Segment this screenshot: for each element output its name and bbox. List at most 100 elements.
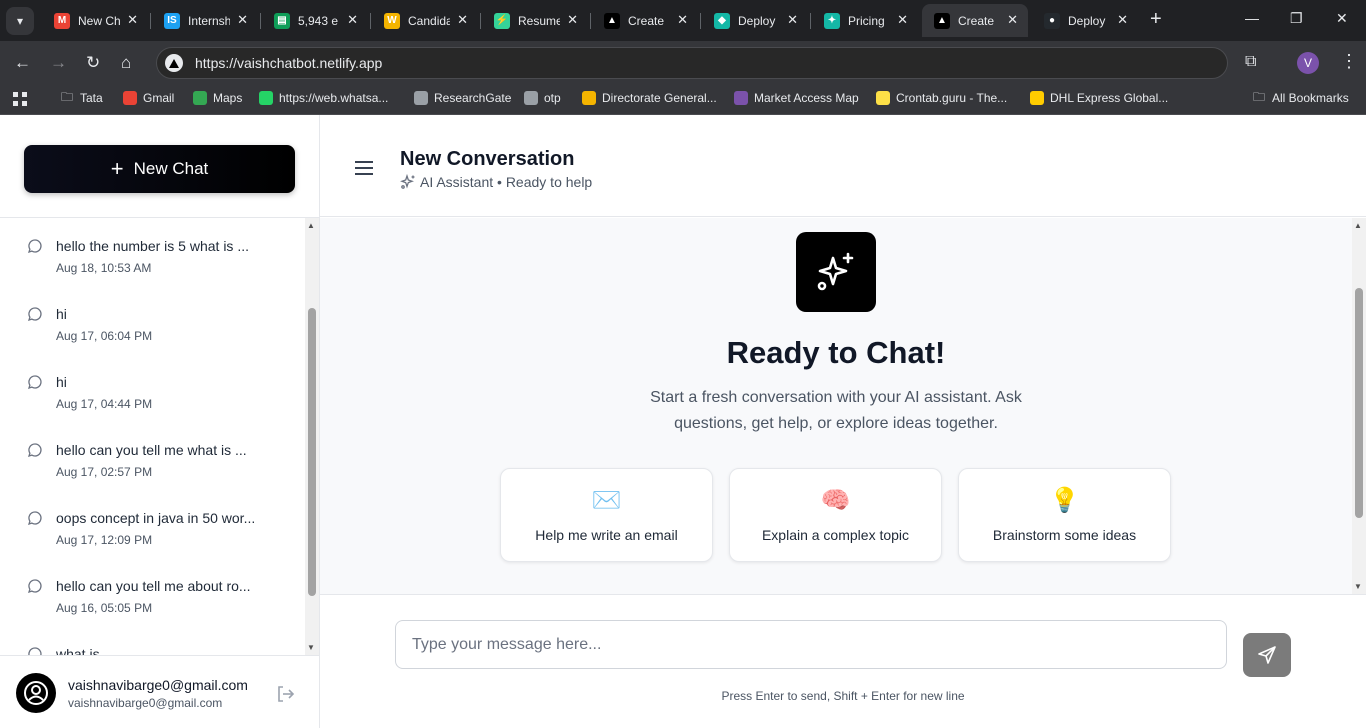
globe-icon: [414, 91, 428, 105]
tab-title: Create: [628, 13, 665, 28]
sidebar-scroll-thumb[interactable]: [308, 308, 316, 596]
profile-avatar[interactable]: V: [1297, 52, 1319, 74]
bookmark-item[interactable]: https://web.whatsa...: [259, 91, 388, 105]
sparkles-icon: [400, 173, 416, 190]
suggestion-card[interactable]: ✉️ Help me write an email: [500, 468, 713, 562]
logout-icon[interactable]: [275, 684, 295, 704]
map-icon: [734, 91, 748, 105]
chat-header: New Conversation AI Assistant • Ready to…: [320, 115, 1366, 217]
tab-title: Pricing: [848, 13, 885, 28]
browser-tab[interactable]: ▲ Create ✕: [592, 4, 698, 37]
tab-search-dropdown[interactable]: ▾: [6, 7, 34, 35]
browser-tab[interactable]: M New Ch ✕: [42, 4, 148, 37]
content-scrollbar[interactable]: ▲ ▼: [1352, 218, 1366, 594]
minimize-icon[interactable]: —: [1245, 10, 1259, 26]
main-panel: New Conversation AI Assistant • Ready to…: [320, 115, 1366, 728]
content-scroll-thumb[interactable]: [1355, 288, 1363, 518]
sidebar-scrollbar[interactable]: ▲ ▼: [305, 218, 319, 655]
tab-title: New Ch: [78, 13, 120, 28]
back-icon[interactable]: ←: [14, 53, 31, 73]
close-tab-icon[interactable]: ✕: [347, 12, 358, 28]
home-icon[interactable]: ⌂: [121, 53, 131, 73]
all-bookmarks[interactable]: 🗀 All Bookmarks: [1252, 90, 1349, 106]
scroll-down-arrow-icon[interactable]: ▼: [1354, 582, 1362, 591]
suggestion-label: Brainstorm some ideas: [992, 527, 1137, 543]
conversation-item[interactable]: what is ...: [0, 636, 305, 655]
chat-app: + New Chat hello the number is 5 what is…: [0, 115, 1366, 728]
bookmark-label: Market Access Map: [754, 91, 859, 105]
bookmark-item[interactable]: Market Access Map: [734, 91, 859, 105]
send-button[interactable]: [1243, 633, 1291, 677]
bookmark-item[interactable]: otp: [524, 91, 561, 105]
close-tab-icon[interactable]: ✕: [897, 12, 908, 28]
close-tab-icon[interactable]: ✕: [127, 12, 138, 28]
conversation-time: Aug 18, 10:53 AM: [56, 261, 152, 275]
conversation-item[interactable]: hi Aug 17, 06:04 PM: [0, 296, 305, 364]
header-subtitle: AI Assistant • Ready to help: [400, 173, 592, 190]
close-tab-icon[interactable]: ✕: [457, 12, 468, 28]
tab-title: Candida: [408, 13, 450, 28]
reload-icon[interactable]: ↻: [86, 53, 100, 73]
apps-grid-icon[interactable]: [12, 91, 28, 107]
new-chat-button[interactable]: + New Chat: [24, 145, 295, 193]
new-chat-label: New Chat: [133, 159, 209, 178]
browser-tab[interactable]: ▤ 5,943 e ✕: [262, 4, 368, 37]
internshala-icon: IS: [164, 12, 180, 29]
message-input[interactable]: [395, 620, 1227, 669]
bookmark-item[interactable]: ResearchGate: [414, 91, 511, 105]
bookmark-label: ResearchGate: [434, 91, 512, 105]
bookmark-item[interactable]: Crontab.guru - The...: [876, 91, 1007, 105]
browser-tab[interactable]: ◆ Deploy ✕: [702, 4, 808, 37]
browser-tab[interactable]: ● Deploy ✕: [1032, 4, 1138, 37]
close-window-icon[interactable]: ✕: [1336, 10, 1348, 27]
user-avatar-icon[interactable]: [16, 673, 56, 713]
site-info-icon[interactable]: [165, 54, 183, 72]
scroll-up-arrow-icon[interactable]: ▲: [1354, 221, 1362, 230]
conversation-title: oops concept in java in 50 wor...: [56, 510, 256, 526]
bookmark-item[interactable]: Directorate General...: [582, 91, 717, 105]
conversation-item[interactable]: hi Aug 17, 04:44 PM: [0, 364, 305, 432]
forward-icon[interactable]: →: [50, 53, 67, 73]
chat-bubble-icon: [27, 646, 43, 655]
conversation-item[interactable]: hello can you tell me about ro... Aug 16,…: [0, 568, 305, 636]
suggestion-card[interactable]: 💡 Brainstorm some ideas: [958, 468, 1171, 562]
new-tab-button[interactable]: +: [1150, 8, 1162, 30]
close-tab-icon[interactable]: ✕: [237, 12, 248, 28]
restore-icon[interactable]: ❐: [1290, 10, 1303, 27]
conversation-item[interactable]: oops concept in java in 50 wor... Aug 17,…: [0, 500, 305, 568]
browser-menu-icon[interactable]: ⋮: [1340, 51, 1358, 72]
bookmark-item[interactable]: Maps: [193, 91, 242, 105]
menu-toggle-icon[interactable]: [354, 160, 374, 176]
bookmark-label: DHL Express Global...: [1050, 91, 1169, 105]
scroll-down-arrow-icon[interactable]: ▼: [307, 643, 315, 652]
close-tab-icon[interactable]: ✕: [1007, 12, 1018, 28]
browser-tab[interactable]: W Candida ✕: [372, 4, 478, 37]
conversation-title: hi: [56, 374, 67, 390]
extensions-icon[interactable]: ⧉: [1245, 53, 1256, 71]
close-tab-icon[interactable]: ✕: [567, 12, 578, 28]
bookmark-item[interactable]: DHL Express Global...: [1030, 91, 1168, 105]
conversation-item[interactable]: hello the number is 5 what is ... Aug 18,…: [0, 228, 305, 296]
close-tab-icon[interactable]: ✕: [1117, 12, 1128, 28]
browser-tab[interactable]: IS Internsh ✕: [152, 4, 258, 37]
browser-tab[interactable]: ⚡ Resume ✕: [482, 4, 588, 37]
tab-separator: [370, 13, 371, 29]
bookmark-item[interactable]: 🗀 Tata: [60, 90, 103, 106]
conversation-time: Aug 17, 02:57 PM: [56, 465, 153, 479]
bookmark-label: Maps: [213, 91, 243, 105]
browser-tab[interactable]: ✦ Pricing ✕: [812, 4, 918, 37]
conversation-item[interactable]: hello can you tell me what is ... Aug 17,…: [0, 432, 305, 500]
close-tab-icon[interactable]: ✕: [677, 12, 688, 28]
user-profile: vaishnavibarge0@gmail.com vaishnavibarge…: [0, 655, 320, 728]
bookmark-item[interactable]: Gmail: [123, 91, 174, 105]
bookmark-label: Tata: [80, 91, 103, 105]
suggestion-card[interactable]: 🧠 Explain a complex topic: [729, 468, 942, 562]
browser-tab[interactable]: ▲ Create ✕: [922, 4, 1028, 37]
scroll-up-arrow-icon[interactable]: ▲: [307, 221, 315, 230]
address-bar[interactable]: https://vaishchatbot.netlify.app: [156, 47, 1228, 79]
crontab-icon: [876, 91, 890, 105]
close-tab-icon[interactable]: ✕: [787, 12, 798, 28]
wp-icon: W: [384, 12, 400, 29]
conversation-title: hello the number is 5 what is ...: [56, 238, 249, 254]
send-icon: [1258, 646, 1276, 664]
